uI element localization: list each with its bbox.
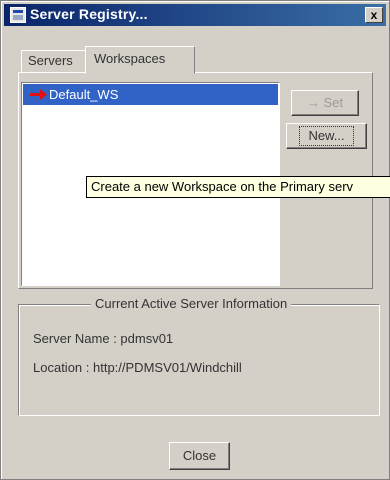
new-button[interactable]: New...: [286, 123, 367, 149]
red-arrow-icon: [29, 84, 49, 105]
list-item[interactable]: Default_WS: [23, 84, 278, 105]
group-title: Current Active Server Information: [91, 296, 292, 311]
server-info-group: Current Active Server Information Server…: [18, 296, 380, 416]
close-button[interactable]: Close: [169, 442, 230, 470]
window-title: Server Registry...: [30, 6, 148, 22]
set-button-label: Set: [323, 95, 344, 110]
server-registry-dialog: Server Registry... x Servers Workspaces …: [0, 0, 390, 480]
new-button-label: New...: [299, 126, 354, 146]
title-bar[interactable]: Server Registry... x: [4, 4, 386, 26]
server-location-text: Location : http://PDMSV01/Windchill: [33, 360, 242, 375]
arrow-right-icon: →: [306, 95, 320, 110]
set-button[interactable]: → Set: [291, 90, 359, 116]
tab-workspaces[interactable]: Workspaces: [85, 46, 195, 74]
tab-servers[interactable]: Servers: [21, 50, 91, 72]
list-item-label: Default_WS: [49, 87, 119, 102]
server-name-text: Server Name : pdmsv01: [33, 331, 174, 346]
app-icon: [10, 7, 26, 23]
tooltip: Create a new Workspace on the Primary se…: [86, 176, 390, 198]
close-window-button[interactable]: x: [365, 7, 383, 23]
